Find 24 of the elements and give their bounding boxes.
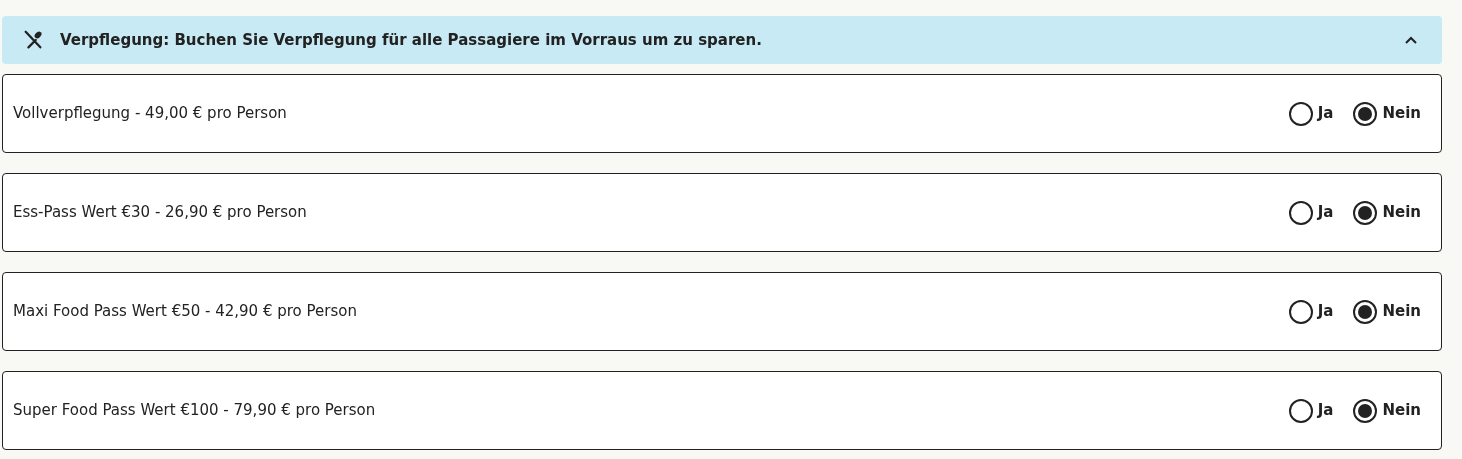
radio-button[interactable] xyxy=(1288,398,1313,423)
radio-button[interactable] xyxy=(1353,299,1378,324)
radio-label[interactable]: Nein xyxy=(1382,300,1421,323)
radio-button[interactable] xyxy=(1353,101,1378,126)
radio-label[interactable]: Ja xyxy=(1317,300,1334,323)
radio-label[interactable]: Nein xyxy=(1382,201,1421,224)
radio-button[interactable] xyxy=(1288,200,1313,225)
radio-button[interactable] xyxy=(1353,200,1378,225)
option-label: Maxi Food Pass Wert €50 - 42,90 € pro Person xyxy=(13,301,358,323)
section-header[interactable]: Verpflegung: Buchen Sie Verpflegung für alle Passagiere im Vorraus um zu sparen. xyxy=(2,16,1442,64)
option-label: Vollverpflegung - 49,00 € pro Person xyxy=(13,103,288,125)
chevron-up-icon[interactable] xyxy=(1404,35,1418,45)
radio-button[interactable] xyxy=(1288,299,1313,324)
radio-label[interactable]: Ja xyxy=(1317,399,1334,422)
radio-label[interactable]: Ja xyxy=(1317,102,1334,125)
cutlery-icon xyxy=(22,29,44,51)
radio-button[interactable] xyxy=(1288,101,1313,126)
section-title: Verpflegung: Buchen Sie Verpflegung für alle Passagiere im Vorraus um zu sparen. xyxy=(60,29,763,51)
option-label: Ess-Pass Wert €30 - 26,90 € pro Person xyxy=(13,202,308,224)
option-label: Super Food Pass Wert €100 - 79,90 € pro Person xyxy=(13,400,377,422)
radio-label[interactable]: Ja xyxy=(1317,201,1334,224)
radio-label[interactable]: Nein xyxy=(1382,399,1421,422)
radio-label[interactable]: Nein xyxy=(1382,102,1421,125)
radio-button[interactable] xyxy=(1353,398,1378,423)
